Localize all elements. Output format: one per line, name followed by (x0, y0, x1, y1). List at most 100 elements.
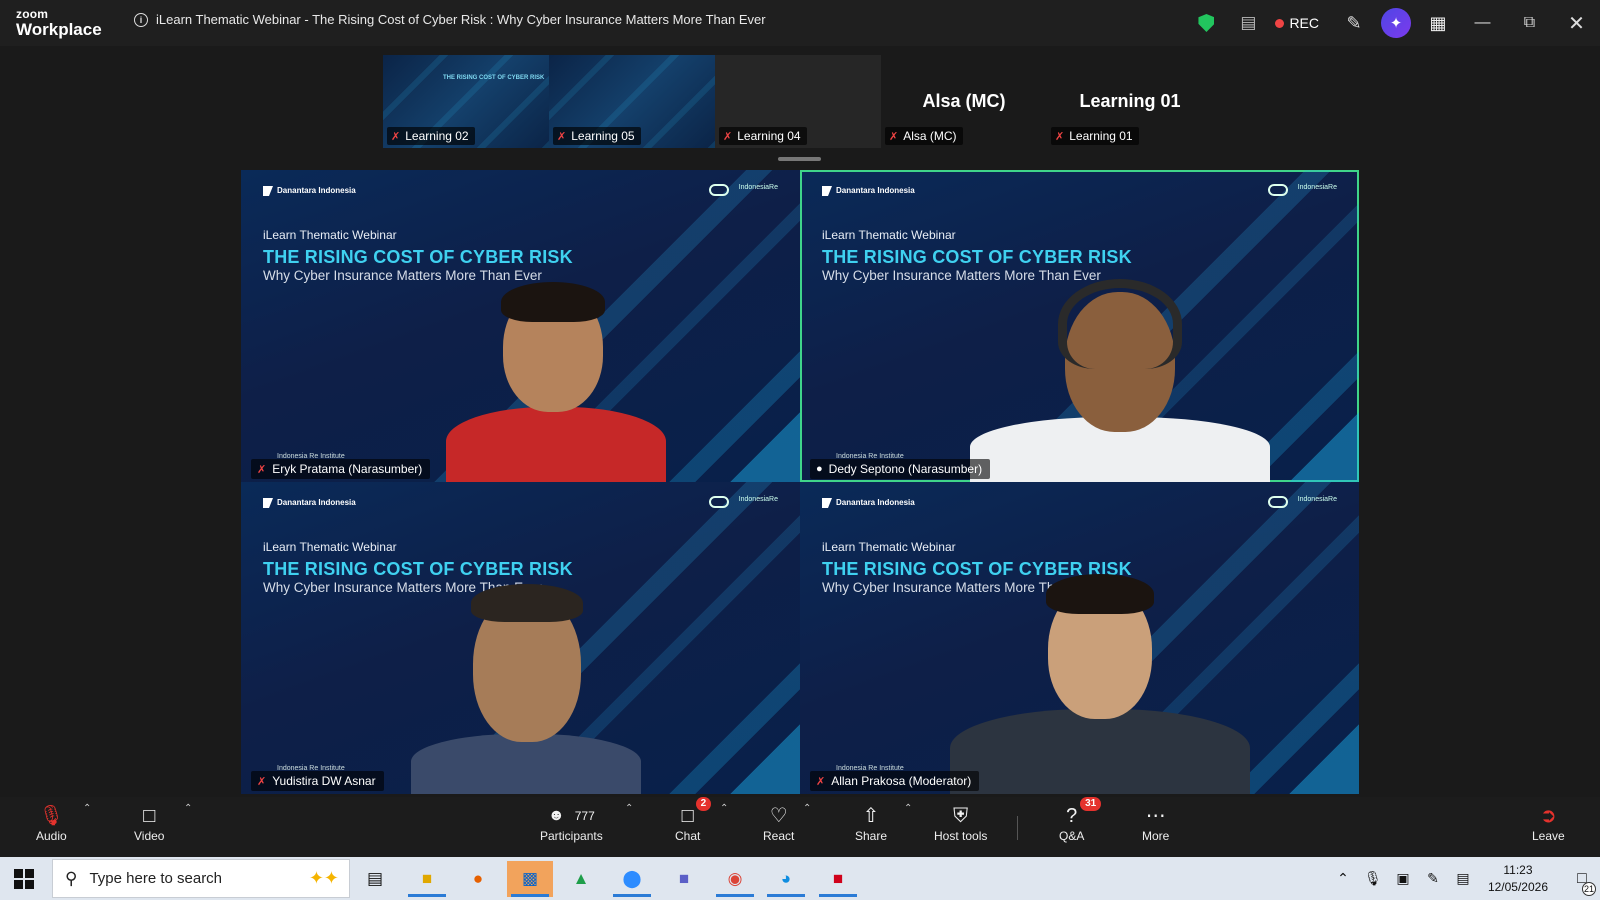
pen-icon[interactable]: ✎ (1418, 870, 1448, 887)
participants-options-chevron-icon[interactable]: ⌃ (625, 803, 633, 814)
react-options-chevron-icon[interactable]: ⌃ (803, 803, 811, 814)
more-label: More (1142, 829, 1170, 843)
display-icon[interactable]: ▣ (1388, 870, 1418, 887)
chrome-icon[interactable]: ◉ (712, 861, 758, 897)
thumbnail-label: ✗ Learning 01 (1051, 127, 1139, 145)
firefox-icon[interactable]: ● (455, 861, 501, 897)
share-button[interactable]: ⇧ Share (855, 803, 887, 843)
slide-title: THE RISING COST OF CYBER RISK (263, 247, 573, 267)
mic-muted-icon: ✗ (1055, 130, 1065, 143)
thumbnail-tile[interactable]: Alsa (MC) ✗ Alsa (MC) (881, 55, 1047, 148)
slide-title: THE RISING COST OF CYBER RISK (822, 247, 1132, 267)
thumbnail-display-name: Learning 01 (1079, 91, 1181, 111)
task-view-icon[interactable]: ▤ (352, 861, 398, 897)
video-tile[interactable]: Danantara Indonesia IndonesiaRe iLearn T… (800, 482, 1359, 794)
slide-kicker: iLearn Thematic Webinar (263, 228, 397, 242)
minimize-button[interactable]: — (1459, 0, 1506, 46)
sparkle-icon: ✦✦ (308, 868, 339, 888)
pen-icon[interactable]: ✎ (1333, 0, 1375, 46)
meeting-toolbar: 🎙 Audio ⌃ □ Video ⌃ ☻ 777 Participants ⌃ … (0, 797, 1600, 857)
participant-name: Dedy Septono (Narasumber) (828, 462, 983, 476)
thumbnail-tile[interactable]: Learning 01 ✗ Learning 01 (1047, 55, 1213, 148)
audio-options-chevron-icon[interactable]: ⌃ (83, 803, 91, 814)
leave-button[interactable]: ➲ Leave (1532, 803, 1565, 843)
slide-kicker: iLearn Thematic Webinar (263, 540, 397, 554)
thumbnail-tile[interactable]: ✗ Learning 04 (715, 55, 881, 148)
thumbnail-strip: THE RISING COST OF CYBER RISK ✗ Learning … (383, 55, 1213, 148)
qa-badge: 31 (1080, 797, 1102, 811)
thumbnail-tile[interactable]: THE RISING COST OF CYBER RISK ✗ Learning … (383, 55, 549, 148)
taskbar-search-box[interactable]: ⚲ Type here to search ✦✦ (52, 859, 350, 898)
ai-companion-button[interactable]: ✦ (1375, 0, 1417, 46)
meeting-title-text: iLearn Thematic Webinar - The Rising Cos… (156, 12, 766, 27)
share-options-chevron-icon[interactable]: ⌃ (904, 803, 912, 814)
file-explorer-icon[interactable]: ■ (404, 861, 450, 897)
edge-icon[interactable]: ◕ (763, 861, 809, 897)
video-grid: Danantara Indonesia IndonesiaRe iLearn T… (241, 170, 1359, 794)
google-drive-icon[interactable]: ▲ (558, 861, 604, 897)
outlook-icon[interactable]: ▩ (507, 861, 553, 897)
participant-name-label: ✗ Allan Prakosa (Moderator) (810, 771, 980, 791)
slide-kicker: iLearn Thematic Webinar (822, 540, 956, 554)
mic-muted-icon: 🎙 (38, 805, 65, 827)
windows-taskbar: ⚲ Type here to search ✦✦ ▤ ■ ● ▩ ▲ ⬤ ■ ◉… (0, 857, 1600, 900)
notification-count: 21 (1582, 881, 1596, 896)
meeting-title[interactable]: i iLearn Thematic Webinar - The Rising C… (134, 12, 766, 27)
chat-options-chevron-icon[interactable]: ⌃ (720, 803, 728, 814)
strip-resize-handle[interactable] (778, 157, 821, 161)
participant-video (950, 574, 1250, 794)
mic-icon: ● (816, 463, 823, 475)
participants-label: Participants (540, 829, 603, 843)
chat-button[interactable]: □ 2 Chat (675, 797, 712, 843)
video-tile[interactable]: Danantara Indonesia IndonesiaRe iLearn T… (241, 170, 800, 482)
chat-label: Chat (675, 829, 701, 843)
share-label: Share (855, 829, 888, 843)
thumb-slide-title: THE RISING COST OF CYBER RISK (443, 75, 545, 81)
more-button[interactable]: ⋯ More (1142, 803, 1169, 843)
encryption-shield-icon[interactable] (1185, 0, 1227, 46)
thumbnail-display-name: Alsa (MC) (922, 91, 1006, 111)
react-button[interactable]: ♡ React (763, 803, 794, 843)
qa-button[interactable]: ? 31 Q&A (1059, 797, 1102, 843)
rec-dot-icon (1275, 18, 1285, 28)
teams-icon[interactable]: ■ (661, 861, 707, 897)
thumbnail-tile[interactable]: ✗ Learning 05 (549, 55, 715, 148)
windows-start-icon[interactable] (14, 869, 34, 889)
participant-video (411, 584, 641, 794)
thumbnail-label: ✗ Alsa (MC) (885, 127, 963, 145)
video-button[interactable]: □ Video (134, 803, 164, 843)
taskbar-clock[interactable]: 11:23 12/05/2026 (1478, 862, 1564, 896)
audio-button[interactable]: 🎙 Audio (36, 803, 67, 843)
microphone-icon[interactable]: 🎙 (1358, 870, 1388, 887)
info-icon[interactable]: i (134, 12, 148, 27)
acrobat-icon[interactable]: ■ (815, 861, 861, 897)
danantara-logo: Danantara Indonesia (263, 186, 356, 196)
notification-center-icon[interactable]: □ 21 (1564, 870, 1600, 896)
mic-muted-icon: ✗ (391, 130, 401, 143)
close-button[interactable]: ✕ (1553, 0, 1600, 46)
share-screen-icon: ⇧ (862, 805, 880, 827)
apps-icon[interactable]: ▦ (1417, 0, 1459, 46)
zoom-app-icon[interactable]: ⬤ (609, 861, 655, 897)
indonesiare-logo: IndonesiaRe (708, 184, 778, 196)
audio-label: Audio (36, 829, 67, 843)
video-options-chevron-icon[interactable]: ⌃ (184, 803, 192, 814)
video-tile-active-speaker[interactable]: Danantara Indonesia IndonesiaRe iLearn T… (800, 170, 1359, 482)
recording-indicator[interactable]: REC (1269, 15, 1333, 31)
rec-label: REC (1289, 15, 1319, 31)
host-tools-button[interactable]: ⛨ Host tools (934, 803, 987, 843)
leave-door-icon: ➲ (1539, 805, 1557, 827)
thumbnail-name: Learning 02 (405, 129, 469, 143)
slide-subtitle: Why Cyber Insurance Matters More Than Ev… (263, 268, 542, 283)
notes-icon[interactable]: ▤ (1227, 0, 1269, 46)
participants-button[interactable]: ☻ 777 Participants (540, 803, 603, 843)
restore-button[interactable]: ⧉ (1506, 0, 1553, 46)
thumbnail-label: ✗ Learning 04 (719, 127, 807, 145)
show-hidden-icons-chevron-icon[interactable]: ⌃ (1328, 870, 1358, 887)
video-tile[interactable]: Danantara Indonesia IndonesiaRe iLearn T… (241, 482, 800, 794)
keyboard-icon[interactable]: ▤ (1448, 870, 1478, 887)
indonesiare-logo: IndonesiaRe (1267, 496, 1337, 508)
chat-icon: □ 2 (682, 797, 712, 829)
participants-icon: ☻ 777 (548, 803, 595, 829)
mic-muted-icon: ✗ (557, 130, 567, 143)
